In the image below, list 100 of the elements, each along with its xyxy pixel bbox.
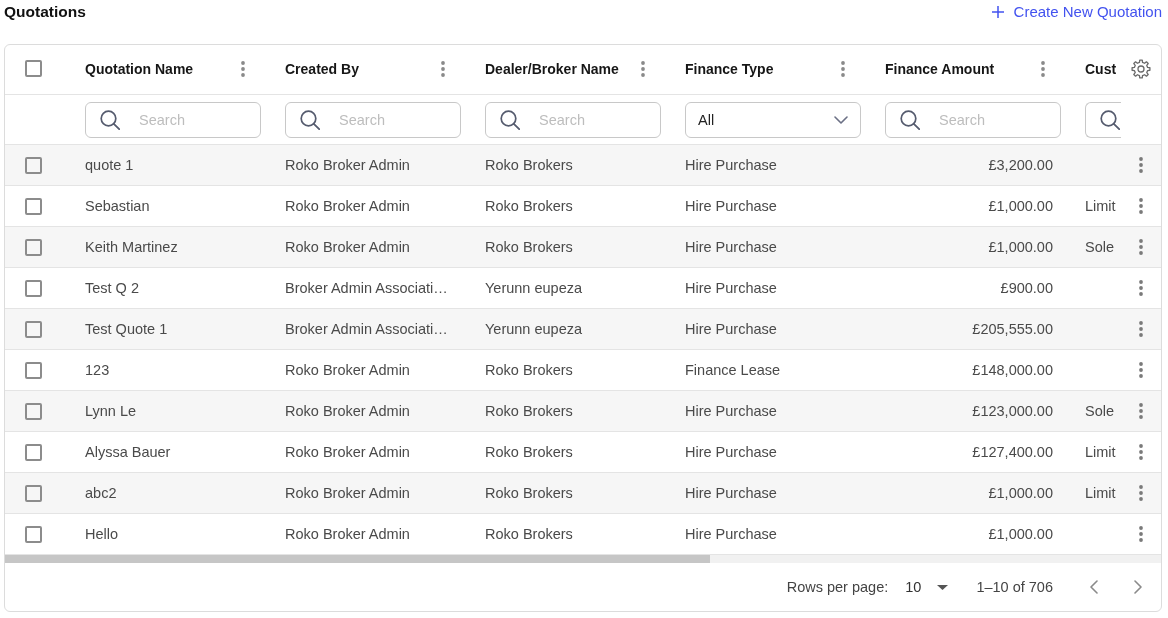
table-cell: £1,000.00 [988,526,1053,542]
row-checkbox[interactable] [25,156,42,174]
table-cell: Hello [85,526,119,542]
table-cell: £1,000.00 [988,239,1053,255]
table-cell: Roko Broker Admin [285,239,410,255]
table-cell: Hire Purchase [685,485,777,501]
kebab-menu-icon[interactable] [1139,280,1143,296]
table-cell: Broker Admin Associati… [285,321,448,337]
kebab-menu-icon[interactable] [641,60,645,77]
kebab-menu-icon[interactable] [841,60,845,77]
kebab-menu-icon[interactable] [441,60,445,77]
row-checkbox[interactable] [25,525,42,543]
row-checkbox[interactable] [25,197,42,215]
row-checkbox[interactable] [25,484,42,502]
table-cell: Hire Purchase [685,280,777,296]
table-cell: Limit [1085,444,1116,460]
table-cell: Sebastian [85,198,150,214]
table-cell: Yerunn eupeza [485,321,583,337]
kebab-menu-icon[interactable] [1139,362,1143,378]
kebab-menu-icon[interactable] [1041,60,1045,77]
table-cell: Roko Brokers [485,239,573,255]
kebab-menu-icon[interactable] [1139,444,1143,460]
search-field[interactable]: Search [85,101,261,138]
table-cell: abc2 [85,485,117,501]
table-cell: Keith Martinez [85,239,178,255]
table-cell: Roko Brokers [485,198,573,214]
table-cell: Roko Broker Admin [285,485,410,501]
rows-per-page-select[interactable]: 10 [905,579,949,595]
column-header[interactable]: Dealer/Broker Name [485,60,619,77]
table-cell: Test Quote 1 [85,321,168,337]
kebab-menu-icon[interactable] [1139,198,1143,214]
table-cell: £900.00 [1000,280,1053,296]
page-title: Quotations [4,2,86,21]
row-checkbox[interactable] [25,443,42,461]
row-checkbox[interactable] [25,279,42,297]
table-cell: Lynn Le [85,403,137,419]
table-cell: quote 1 [85,157,134,173]
table-cell: Limit [1085,198,1116,214]
kebab-menu-icon[interactable] [1139,485,1143,501]
column-header[interactable]: Finance Type [685,60,774,77]
kebab-menu-icon[interactable] [1139,157,1143,173]
table-cell: Sole [1085,239,1115,255]
row-checkbox[interactable] [25,402,42,420]
table-cell: Roko Broker Admin [285,198,410,214]
table-cell: Roko Brokers [485,485,573,501]
table-cell: Roko Brokers [485,403,573,419]
chevron-right-icon[interactable] [1133,580,1143,594]
column-header[interactable]: Cust [1085,60,1117,77]
table-cell: Roko Broker Admin [285,362,410,378]
table-cell: £1,000.00 [988,485,1053,501]
column-header[interactable]: Quotation Name [85,60,194,77]
row-checkbox[interactable] [25,361,42,379]
column-header[interactable]: Finance Amount [885,60,995,77]
table-cell: Hire Purchase [685,321,777,337]
column-header[interactable]: Created By [285,60,359,77]
chevron-down-icon [834,115,848,124]
chevron-left-icon[interactable] [1089,580,1099,594]
plus-icon [991,5,1004,18]
dropdown-field[interactable]: All [685,101,861,138]
search-icon [300,109,320,130]
table-cell: £127,400.00 [972,444,1053,460]
scrollbar-thumb[interactable] [5,555,711,563]
row-checkbox[interactable] [25,320,42,338]
search-field[interactable]: Search [285,101,461,138]
table-cell: Broker Admin Associati… [285,280,448,296]
table-cell: Limit [1085,485,1116,501]
table-cell: 123 [85,362,110,378]
search-field[interactable] [1085,101,1121,138]
table-cell: Finance Lease [685,362,781,378]
table-cell: Hire Purchase [685,239,777,255]
table-cell: Hire Purchase [685,444,777,460]
table-cell: £3,200.00 [988,157,1053,173]
search-icon [1100,109,1120,130]
table-cell: Roko Brokers [485,444,573,460]
settings-icon[interactable] [1131,58,1151,79]
search-icon [100,109,120,130]
select-all-checkbox[interactable] [25,60,42,77]
kebab-menu-icon[interactable] [1139,239,1143,255]
table-cell: Roko Brokers [485,526,573,542]
table-cell: Roko Broker Admin [285,157,410,173]
create-quotation-button[interactable]: Create New Quotation [991,3,1162,20]
table-cell: Roko Broker Admin [285,526,410,542]
table-cell: Roko Broker Admin [285,444,410,460]
table-cell: Roko Brokers [485,362,573,378]
table-cell: Yerunn eupeza [485,280,583,296]
kebab-menu-icon[interactable] [1139,403,1143,419]
kebab-menu-icon[interactable] [1139,321,1143,337]
table-cell: Hire Purchase [685,157,777,173]
search-icon [900,109,920,130]
row-checkbox[interactable] [25,238,42,256]
search-field[interactable]: Search [885,101,1061,138]
kebab-menu-icon[interactable] [241,60,245,77]
table-cell: £148,000.00 [972,362,1053,378]
search-field[interactable]: Search [485,101,661,138]
kebab-menu-icon[interactable] [1139,526,1143,542]
table-cell: Hire Purchase [685,526,777,542]
pagination-range: 1–10 of 706 [976,579,1053,595]
table-cell: £205,555.00 [972,321,1053,337]
table-cell: Roko Brokers [485,157,573,173]
table-cell: £1,000.00 [988,198,1053,214]
